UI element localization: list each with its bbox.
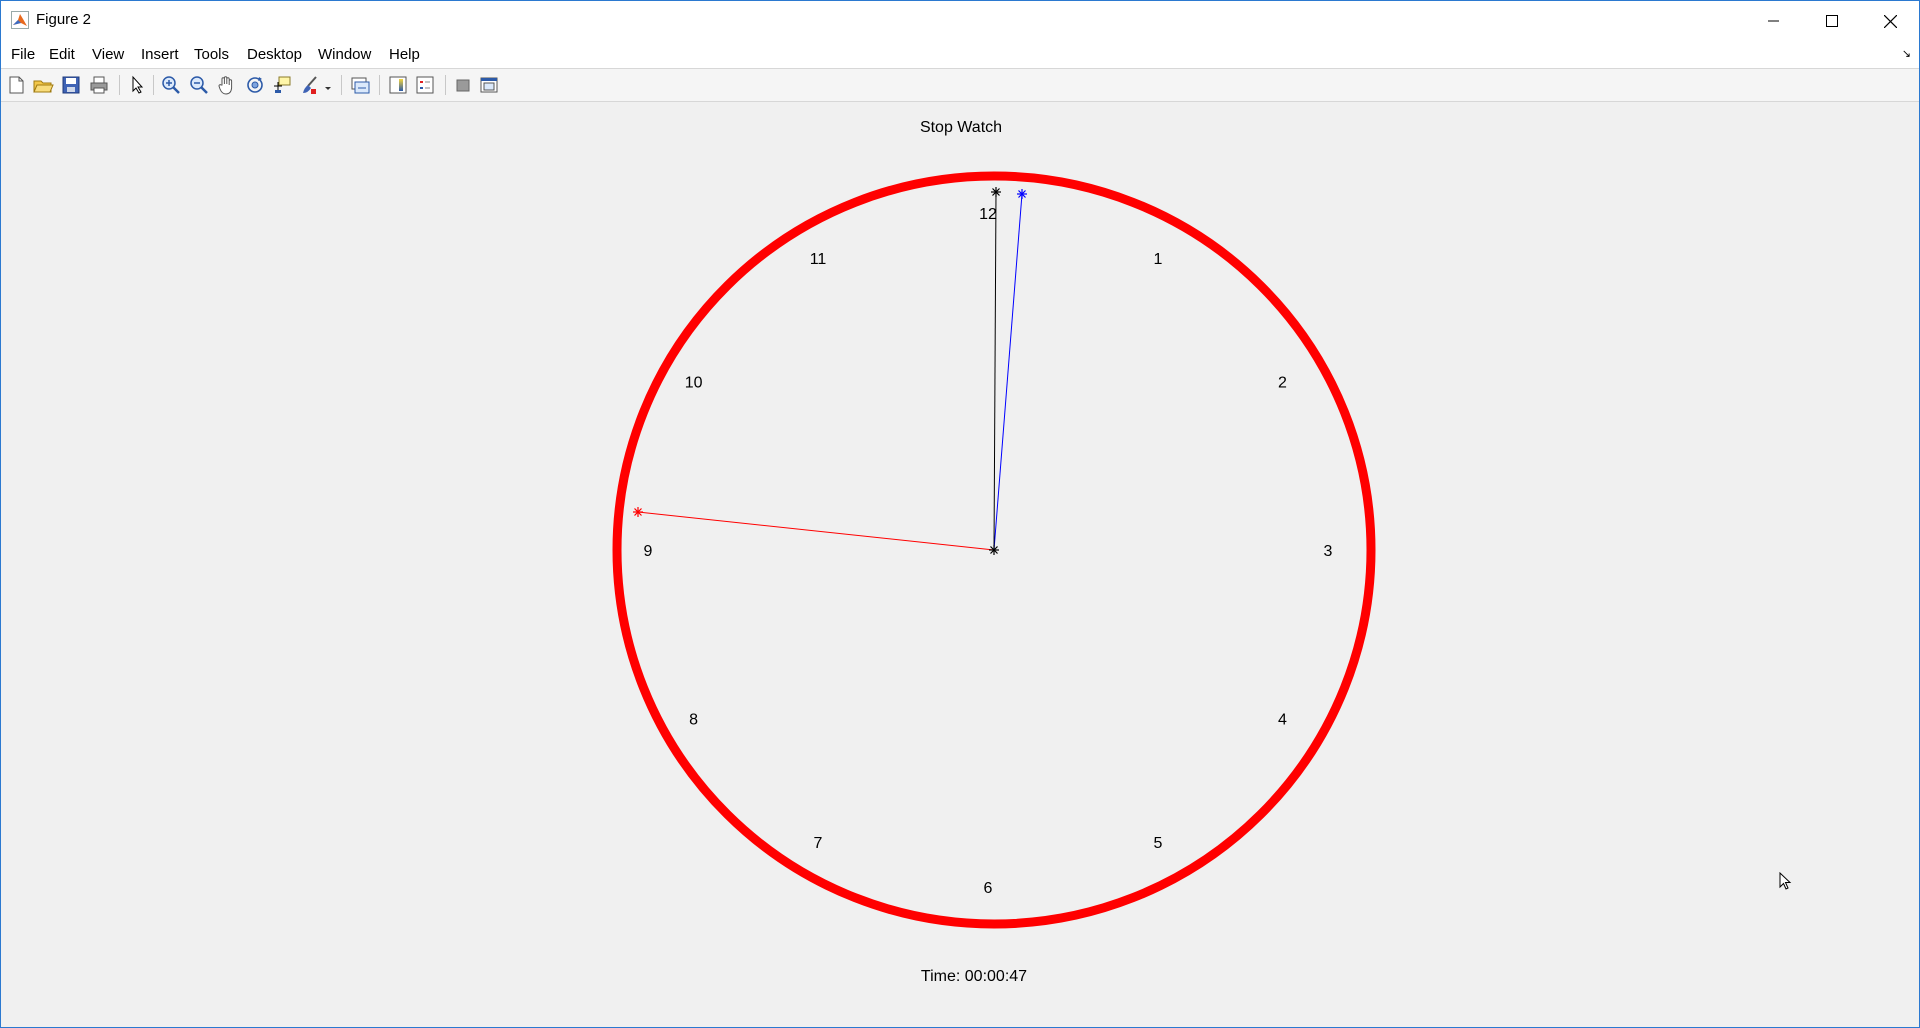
clock-center-marker <box>989 545 999 555</box>
plot-title: Stop Watch <box>920 119 1002 136</box>
maximize-icon <box>1826 15 1838 27</box>
figure-canvas[interactable]: Stop Watch 12 1 2 3 4 5 6 7 8 9 10 11 Time: 00:00:4… <box>1 102 1919 1027</box>
menu-insert[interactable]: Insert <box>141 46 179 63</box>
clock-number: 1 <box>1154 251 1163 268</box>
link-plot-icon[interactable] <box>349 74 371 96</box>
toolbar-separator <box>379 75 380 95</box>
clock-number: 9 <box>644 543 653 560</box>
clock-number: 6 <box>984 880 993 897</box>
save-icon[interactable] <box>60 74 82 96</box>
insert-legend-icon[interactable] <box>414 74 436 96</box>
minimize-icon <box>1768 20 1779 22</box>
seconds-hand-tip-marker <box>633 507 643 517</box>
menu-bar: File Edit View Insert Tools Desktop Wind… <box>1 41 1919 69</box>
show-plot-tools-icon[interactable] <box>478 74 500 96</box>
zoom-in-icon[interactable] <box>160 74 182 96</box>
clock-plot: Stop Watch 121234567891011 Time: 00:00:4… <box>612 119 1376 985</box>
brush-icon[interactable] <box>299 74 321 96</box>
data-cursor-icon[interactable] <box>271 74 293 96</box>
figure-window: Figure 2 File Edit View Insert Tools Des… <box>0 0 1920 1028</box>
pan-hand-icon[interactable] <box>216 74 238 96</box>
toolbar-separator <box>153 75 154 95</box>
menu-desktop[interactable]: Desktop <box>247 46 302 63</box>
figure-toolbar <box>1 69 1919 102</box>
hours-hand-tip-marker <box>991 187 1001 197</box>
open-file-icon[interactable] <box>32 74 54 96</box>
menu-help[interactable]: Help <box>389 46 420 63</box>
clock-number: 4 <box>1278 712 1287 729</box>
minutes-hand <box>993 193 1023 551</box>
seconds-hand <box>637 511 995 551</box>
hide-plot-tools-icon[interactable] <box>452 74 474 96</box>
insert-colorbar-icon[interactable] <box>387 74 409 96</box>
menu-window[interactable]: Window <box>318 46 371 63</box>
print-icon[interactable] <box>88 74 110 96</box>
close-button[interactable] <box>1861 1 1919 41</box>
close-icon <box>1883 14 1897 28</box>
edit-plot-arrow-icon[interactable] <box>126 74 148 96</box>
menu-file[interactable]: File <box>11 46 35 63</box>
clock-number: 3 <box>1324 543 1333 560</box>
toolbar-separator <box>341 75 342 95</box>
toolbar-separator <box>445 75 446 95</box>
hours-hand <box>993 191 997 551</box>
menu-edit[interactable]: Edit <box>49 46 75 63</box>
clock-number: 11 <box>810 251 827 268</box>
window-title: Figure 2 <box>36 11 92 28</box>
time-readout: Time: 00:00:47 <box>921 968 1027 985</box>
clock-number: 2 <box>1278 375 1287 392</box>
maximize-button[interactable] <box>1803 1 1861 41</box>
minutes-hand-tip-marker <box>1017 189 1027 199</box>
title-bar: Figure 2 <box>1 1 1919 41</box>
mouse-pointer-icon <box>1779 872 1792 890</box>
rotate-3d-icon[interactable] <box>244 74 266 96</box>
minimize-button[interactable] <box>1745 1 1803 41</box>
matlab-logo-icon <box>11 11 29 29</box>
clock-number: 12 <box>979 206 997 223</box>
dock-arrow-icon[interactable]: ↘ <box>1902 47 1911 60</box>
clock-number: 8 <box>689 712 698 729</box>
menu-tools[interactable]: Tools <box>194 46 229 63</box>
brush-dropdown-icon[interactable] <box>323 74 333 96</box>
clock-number: 7 <box>814 835 823 852</box>
menu-view[interactable]: View <box>92 46 124 63</box>
zoom-out-icon[interactable] <box>188 74 210 96</box>
new-figure-icon[interactable] <box>5 74 27 96</box>
toolbar-separator <box>119 75 120 95</box>
clock-number: 10 <box>685 375 703 392</box>
clock-numbers: 121234567891011 <box>644 206 1333 897</box>
clock-number: 5 <box>1154 835 1163 852</box>
